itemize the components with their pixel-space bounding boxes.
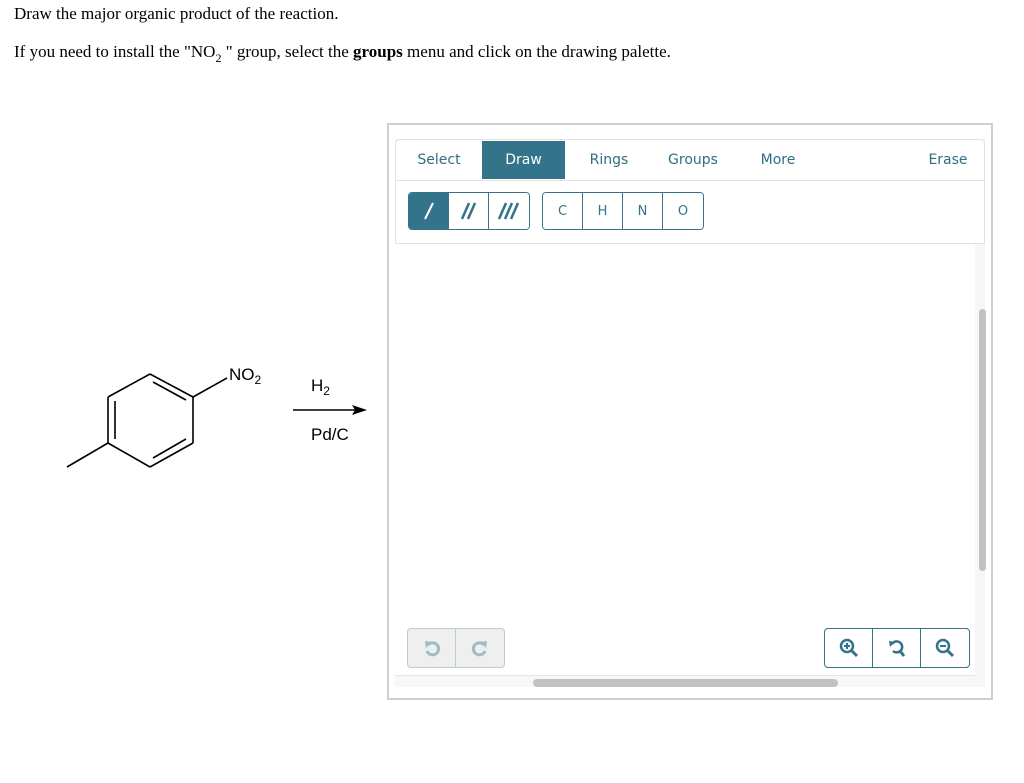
atom-h-button[interactable]: H [583,193,623,229]
zoom-out-button[interactable] [921,629,969,667]
reactant-structure [66,373,367,468]
hint-text-3: menu and click on the drawing palette. [402,42,671,61]
hint-text-2: " group, select the [221,42,354,61]
reagent-above: H2 [311,376,330,398]
nitro-subscript: 2 [254,373,262,387]
editor-frame: Select Draw Rings Groups More Erase C H … [395,139,986,687]
tab-draw[interactable]: Draw [482,141,565,179]
atom-o-button[interactable]: O [663,193,703,229]
single-bond-button[interactable] [409,193,449,229]
question-instruction: Draw the major organic product of the re… [14,4,339,23]
zoom-in-button[interactable] [825,629,873,667]
reset-zoom-icon [888,640,905,657]
single-bond-icon [423,202,434,220]
bond-tool-group [408,192,530,230]
nitro-bond [192,377,228,398]
ring-bond [107,373,151,398]
tab-rings[interactable]: Rings [578,140,640,180]
history-group [407,628,505,668]
atom-c-button[interactable]: C [543,193,583,229]
atom-n-button[interactable]: N [623,193,663,229]
redo-icon [471,641,487,657]
undo-button[interactable] [408,629,456,667]
double-bond-button[interactable] [449,193,489,229]
editor-tab-bar: Select Draw Rings Groups More Erase [395,139,985,181]
drawing-canvas[interactable] [395,244,976,676]
nitro-label: NO2 [229,365,261,387]
hint-text-1: If you need to install the "NO [14,42,216,61]
undo-icon [424,641,440,657]
tab-select[interactable]: Select [404,140,474,180]
zoom-out-icon [935,638,955,658]
reagent-h-text: H [311,376,324,395]
hint-bold-groups: groups [353,42,403,61]
vertical-scrollbar[interactable] [979,309,986,571]
zoom-in-icon [839,638,858,658]
draw-toolbar: C H N O [395,181,985,244]
tab-more[interactable]: More [748,140,808,180]
ring-bond [107,442,151,468]
ring-double-bond [152,438,187,459]
methyl-bond [66,442,109,468]
zoom-group [824,628,970,668]
triple-bond-icon [498,202,520,220]
redo-button[interactable] [456,629,504,667]
reset-zoom-button[interactable] [873,629,921,667]
ring-bond [149,373,194,398]
tab-erase[interactable]: Erase [918,140,978,180]
double-bond-icon [460,202,476,220]
atom-tool-group: C H N O [542,192,704,230]
drawing-editor: Select Draw Rings Groups More Erase C H … [387,123,993,700]
triple-bond-button[interactable] [489,193,529,229]
horizontal-scrollbar[interactable] [533,679,838,687]
reagent-h-subscript: 2 [323,384,330,398]
nitro-text: NO [229,365,255,384]
reagent-below: Pd/C [311,425,349,444]
tab-groups[interactable]: Groups [658,140,728,180]
question-hint: If you need to install the "NO2 " group,… [14,42,671,66]
